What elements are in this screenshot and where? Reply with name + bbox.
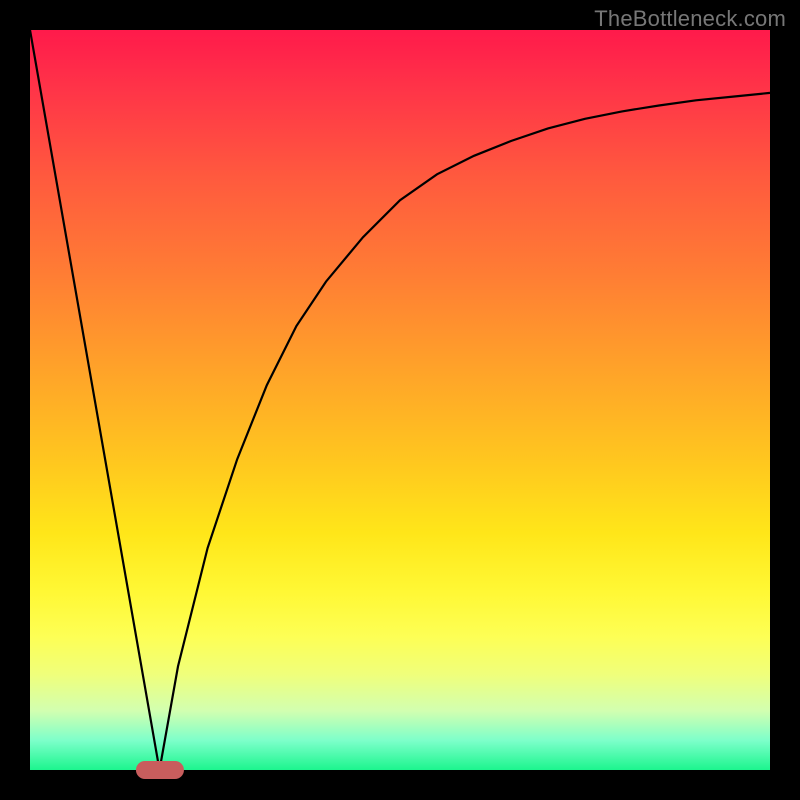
minimum-marker [135, 761, 183, 779]
chart-frame: TheBottleneck.com [0, 0, 800, 800]
bottleneck-curve [30, 30, 770, 770]
curve-path [30, 30, 770, 770]
watermark-text: TheBottleneck.com [594, 6, 786, 32]
plot-area [30, 30, 770, 770]
